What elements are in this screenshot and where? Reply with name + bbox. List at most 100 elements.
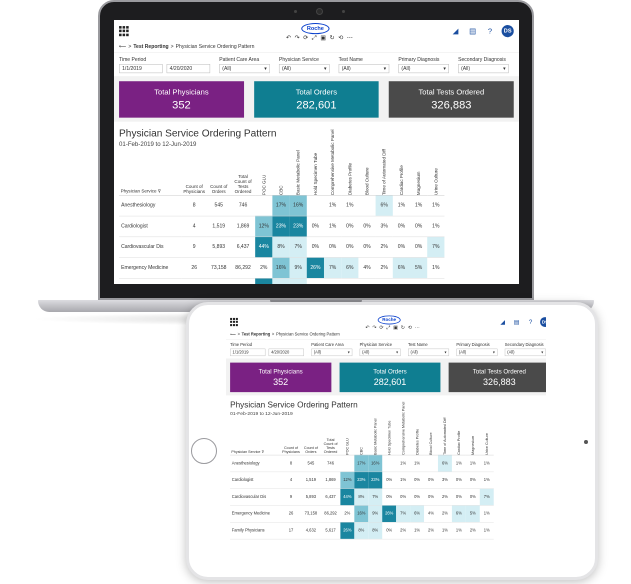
column-header-test[interactable]: POC GLU — [340, 419, 355, 456]
avatar[interactable]: DS — [501, 25, 514, 38]
table-row[interactable]: Family Physicians174,6325,61726%8%8%0%2%… — [119, 278, 445, 284]
sync-icon[interactable]: ⟲ — [408, 324, 412, 330]
patient-care-area-select[interactable]: (All) ▾ — [311, 348, 353, 357]
date-to-field[interactable]: 4/20/2020 — [268, 348, 304, 357]
kpi-total-tests-ordered: Total Tests Ordered 326,883 — [388, 81, 514, 118]
table-row[interactable]: Emergency Medicine 26 73,158 86,292 2% 16% 9% 2… — [119, 257, 445, 279]
save-icon[interactable]: ▣ — [320, 34, 326, 42]
table-row[interactable]: Cardiologist 4 1,519 1,869 12% 23% 23% 0% 1% 0% 0%… — [230, 471, 494, 489]
table-row[interactable]: Cardiologist 4 1,519 1,869 12% 23% 23% 0% 1% 0% 0%… — [119, 215, 445, 237]
heatmap-cell: 7% — [396, 505, 411, 523]
column-header-tests[interactable]: Total Count of Tests Ordered — [230, 151, 256, 196]
reload-icon[interactable]: ↻ — [330, 34, 335, 42]
table-row[interactable]: Anesthesiology 8 545 746 17% 16% 1% 1% 6% 1% 1% 1% — [119, 195, 445, 217]
app-launcher-icon[interactable] — [230, 317, 238, 326]
column-header-tests[interactable]: Total Count of Tests Ordered — [320, 419, 341, 456]
save-icon[interactable]: ▣ — [393, 324, 398, 330]
breadcrumb-item[interactable]: Test Reporting — [242, 332, 271, 337]
column-header-test[interactable]: Cardiac Profile — [451, 419, 466, 456]
table-row[interactable]: Emergency Medicine 26 73,158 86,292 2% 16% 9% 2… — [230, 505, 494, 523]
heatmap-cell: 0% — [341, 236, 359, 258]
date-from-field[interactable]: 1/1/2019 — [119, 64, 163, 74]
more-icon[interactable]: ⋯ — [347, 34, 353, 42]
filter-label: Secondary Diagnosis — [458, 56, 506, 63]
refresh-icon[interactable]: ⟳ — [379, 324, 383, 330]
column-header-test[interactable]: Time of Automated Diff — [375, 149, 393, 196]
undo-icon[interactable]: ↶ — [365, 324, 369, 330]
column-header-test[interactable]: Hold Specimen Tube — [382, 419, 397, 456]
refresh-icon[interactable]: ⟳ — [303, 34, 308, 42]
column-header-test[interactable]: Comprehensive Metabolic Panel — [323, 129, 342, 196]
column-header-test[interactable]: Cardiac Profile — [392, 151, 411, 196]
table-row[interactable]: Cardiovascular Dis 9 5,893 6,437 44% 8% 7% 0% 0%… — [230, 488, 494, 506]
column-header-test[interactable]: Comprehensive Metabolic Panel — [396, 402, 411, 456]
patient-care-area-select[interactable]: (All) ▾ — [219, 64, 270, 74]
heatmap-cell: 1% — [410, 454, 425, 472]
test-name-select[interactable]: (All) ▾ — [338, 64, 390, 74]
column-header-test[interactable]: Urine Culture — [479, 419, 494, 456]
expand-icon[interactable]: ⤢ — [386, 324, 390, 330]
chat-icon[interactable]: ▤ — [512, 318, 521, 327]
help-icon[interactable]: ? — [526, 318, 535, 327]
breadcrumb-item[interactable]: Test Reporting — [133, 44, 168, 50]
primary-diagnosis-select[interactable]: (All) ▾ — [398, 64, 449, 74]
column-header-test[interactable]: POC GLU — [255, 151, 273, 196]
heatmap-cell: 2% — [375, 257, 393, 279]
column-header-test[interactable]: Magnesium — [410, 151, 428, 196]
column-header-test[interactable]: Blood Culture — [358, 151, 376, 196]
help-icon[interactable]: ? — [484, 26, 495, 37]
heatmap-cell: 0% — [382, 488, 397, 506]
redo-icon[interactable]: ↷ — [372, 324, 376, 330]
avatar[interactable]: DS — [540, 317, 546, 327]
table-row[interactable]: Family Physicians174,6325,61726%8%8%0%2%… — [230, 522, 494, 540]
physician-service-select[interactable]: (All) ▾ — [278, 64, 330, 74]
column-header-test[interactable]: Magnesium — [465, 419, 480, 456]
column-header-test[interactable]: Basic Metabolic Panel — [289, 150, 307, 196]
secondary-diagnosis-select[interactable]: (All) ▾ — [504, 348, 546, 357]
column-header-test[interactable]: Time of Automated Diff — [437, 417, 452, 456]
date-from-field[interactable]: 1/1/2019 — [230, 348, 266, 357]
chat-icon[interactable]: ▤ — [467, 26, 478, 37]
column-header-test[interactable]: CBC — [272, 151, 290, 196]
physician-count-cell: 26 — [181, 257, 207, 279]
filter-time-period: Time Period 1/1/2019 4/20/2020 — [230, 343, 304, 357]
column-header-test[interactable]: CBC — [354, 419, 369, 456]
table-row[interactable]: Anesthesiology 8 545 746 17% 16% 1% 1% 6% 1% 1% 1% — [230, 454, 494, 472]
reload-icon[interactable]: ↻ — [401, 324, 405, 330]
filter-label: Patient Care Area — [219, 56, 260, 63]
secondary-diagnosis-select[interactable]: (All) ▾ — [458, 64, 509, 74]
back-arrow-icon[interactable]: ⟵ — [230, 332, 236, 337]
column-header-test[interactable]: Blood Culture — [424, 419, 438, 456]
expand-icon[interactable]: ⤢ — [312, 34, 317, 42]
column-header-test[interactable]: Urine Culture — [427, 151, 445, 196]
redo-icon[interactable]: ↷ — [295, 34, 300, 42]
column-header-service[interactable]: Physician Service ⊽ — [230, 419, 281, 456]
notification-icon[interactable]: ◢ — [450, 26, 461, 37]
heatmap-cell: 1% — [451, 522, 466, 540]
notification-icon[interactable]: ◢ — [498, 318, 507, 327]
test-count-cell: 6,437 — [320, 488, 341, 506]
column-header-service[interactable]: Physician Service ⊽ — [119, 151, 182, 196]
table-row[interactable]: Cardiovascular Dis 9 5,893 6,437 44% 8% 7% 0% 0%… — [119, 236, 445, 258]
app-launcher-icon[interactable] — [119, 26, 129, 37]
column-header-test[interactable]: Hold Specimen Tube — [306, 151, 324, 196]
undo-icon[interactable]: ↶ — [286, 34, 291, 42]
column-header-test[interactable]: Diabetes Profile — [341, 151, 359, 196]
column-header-orders[interactable]: Count of Orders — [301, 419, 321, 456]
primary-diagnosis-select[interactable]: (All) ▾ — [456, 348, 498, 357]
column-header-orders[interactable]: Count of Orders — [206, 151, 231, 196]
filter-icon[interactable]: ⊽ — [158, 188, 161, 193]
more-icon[interactable]: ⋯ — [415, 324, 420, 330]
date-to-field[interactable]: 4/20/2020 — [166, 64, 211, 74]
physician-service-select[interactable]: (All) ▾ — [359, 348, 401, 357]
breadcrumb-separator: > — [170, 43, 174, 50]
tablet-home-button[interactable] — [191, 438, 217, 464]
sync-icon[interactable]: ⟲ — [338, 34, 343, 42]
test-name-select[interactable]: (All) ▾ — [408, 348, 450, 357]
column-header-test[interactable]: Diabetes Profile — [410, 419, 425, 456]
column-header-physicians[interactable]: Count of Physicians — [280, 419, 302, 456]
back-arrow-icon[interactable]: ⟵ — [119, 44, 126, 50]
column-header-test[interactable]: Basic Metabolic Panel — [368, 418, 383, 456]
column-header-physicians[interactable]: Count of Physicians — [181, 151, 207, 196]
filter-icon[interactable]: ⊽ — [261, 449, 264, 453]
